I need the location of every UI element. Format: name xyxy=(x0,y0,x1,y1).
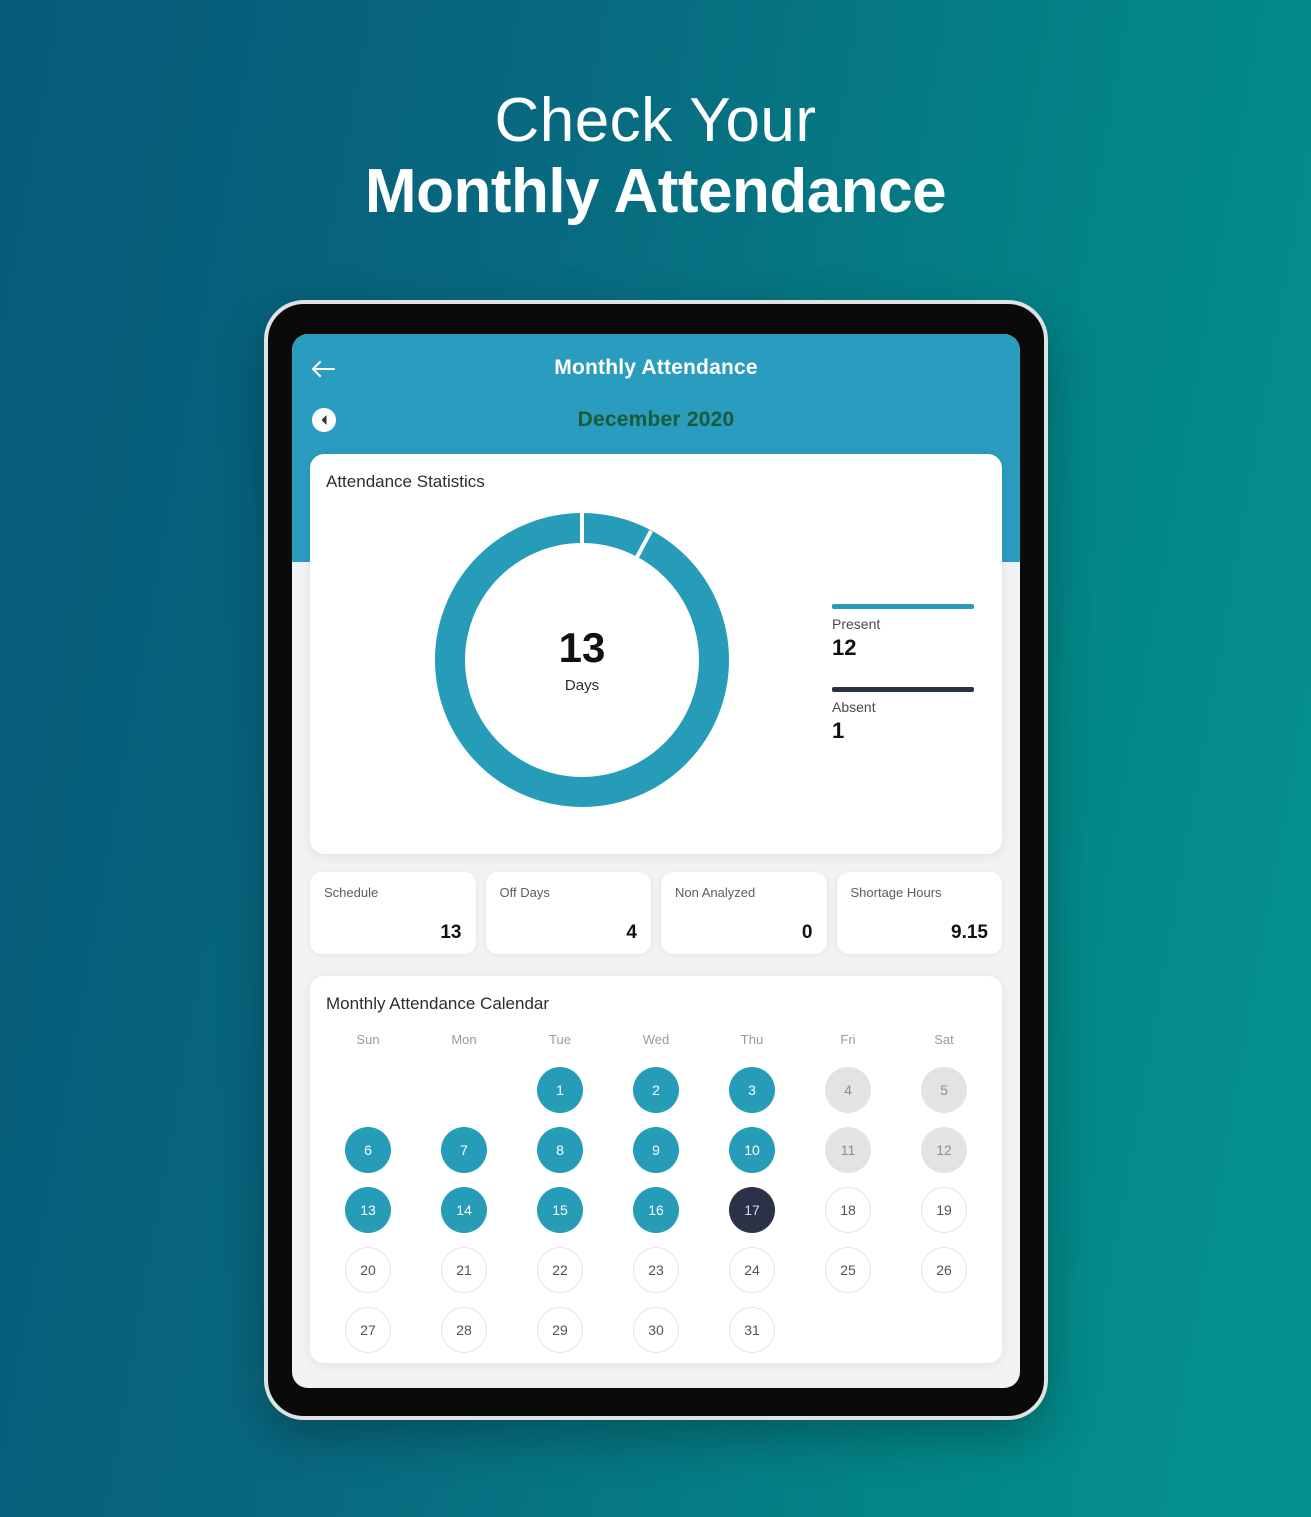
calendar-grid: Sun Mon Tue Wed Thu Fri Sat 1 2 3 4 5 6 7 8 9 10 11 12 13 14… xyxy=(310,1014,1002,1353)
calendar-day-cell[interactable]: 31 xyxy=(729,1307,775,1353)
donut-center-label: 13 Days xyxy=(422,500,742,820)
metric-tile-schedule[interactable]: Schedule 13 xyxy=(310,872,476,954)
calendar-day-cell[interactable]: 7 xyxy=(441,1127,487,1173)
calendar-cell-empty xyxy=(825,1307,871,1353)
metric-label: Off Days xyxy=(499,885,550,900)
attendance-statistics-title: Attendance Statistics xyxy=(326,472,485,491)
app-content: Attendance Statistics 13 Days Present 12… xyxy=(292,454,1020,1388)
legend-item-absent: Absent 1 xyxy=(832,687,974,744)
calendar-day-cell[interactable]: 8 xyxy=(537,1127,583,1173)
arrow-left-icon[interactable] xyxy=(306,352,340,386)
app-title: Monthly Attendance xyxy=(554,356,758,379)
calendar-day-cell[interactable]: 20 xyxy=(345,1247,391,1293)
calendar-weekday-thu: Thu xyxy=(740,1032,764,1047)
calendar-day-cell[interactable]: 27 xyxy=(345,1307,391,1353)
tablet-device-frame: Monthly Attendance December 2020 Attenda… xyxy=(264,300,1048,1420)
calendar-day-cell[interactable]: 30 xyxy=(633,1307,679,1353)
metric-tile-non-analyzed[interactable]: Non Analyzed 0 xyxy=(661,872,827,954)
calendar-day-cell[interactable]: 24 xyxy=(729,1247,775,1293)
calendar-day-cell[interactable]: 9 xyxy=(633,1127,679,1173)
legend-item-present: Present 12 xyxy=(832,604,974,661)
calendar-day-cell[interactable]: 6 xyxy=(345,1127,391,1173)
calendar-day-cell[interactable]: 3 xyxy=(729,1067,775,1113)
legend-bar-absent xyxy=(832,687,974,692)
calendar-day-cell[interactable]: 29 xyxy=(537,1307,583,1353)
calendar-day-cell[interactable]: 13 xyxy=(345,1187,391,1233)
donut-total-days: 13 xyxy=(558,623,606,671)
metric-value: 4 xyxy=(626,922,637,943)
calendar-day-cell[interactable]: 15 xyxy=(537,1187,583,1233)
legend-bar-present xyxy=(832,604,974,609)
metric-value: 0 xyxy=(801,922,813,943)
calendar-day-cell[interactable]: 17 xyxy=(729,1187,775,1233)
calendar-cell-empty xyxy=(441,1067,487,1113)
metric-tiles: Schedule 13 Off Days 4 Non Analyzed 0 Sh… xyxy=(310,872,1002,954)
calendar-weekday-sat: Sat xyxy=(934,1032,954,1047)
calendar-day-cell[interactable]: 12 xyxy=(921,1127,967,1173)
legend-label-present: Present xyxy=(832,616,881,632)
attendance-legend: Present 12 Absent 1 xyxy=(832,604,974,770)
tablet-screen: Monthly Attendance December 2020 Attenda… xyxy=(292,334,1020,1388)
calendar-weekday-sun: Sun xyxy=(356,1032,380,1047)
metric-value: 9.15 xyxy=(951,922,988,943)
calendar-day-cell[interactable]: 14 xyxy=(441,1187,487,1233)
calendar-day-cell[interactable]: 21 xyxy=(441,1247,487,1293)
donut-unit-label: Days xyxy=(564,676,600,694)
metric-value: 13 xyxy=(440,922,462,943)
attendance-statistics-card: Attendance Statistics 13 Days Present 12… xyxy=(310,454,1002,854)
metric-label: Schedule xyxy=(324,885,379,900)
metric-tile-off-days[interactable]: Off Days 4 xyxy=(485,872,651,954)
calendar-day-cell[interactable]: 19 xyxy=(921,1187,967,1233)
metric-label: Non Analyzed xyxy=(675,885,756,900)
calendar-weekday-mon: Mon xyxy=(451,1032,477,1047)
chevron-left-icon[interactable] xyxy=(312,408,336,432)
attendance-calendar-card: Monthly Attendance Calendar Sun Mon Tue Wed… xyxy=(310,976,1002,1363)
calendar-day-cell[interactable]: 1 xyxy=(537,1067,583,1113)
legend-label-absent: Absent xyxy=(832,699,876,715)
calendar-weekday-wed: Wed xyxy=(642,1032,670,1047)
calendar-weekday-fri: Fri xyxy=(840,1032,856,1047)
calendar-cell-empty xyxy=(921,1307,967,1353)
legend-value-absent: 1 xyxy=(832,718,845,743)
calendar-day-cell[interactable]: 2 xyxy=(633,1067,679,1113)
hero-line-2: Monthly Attendance xyxy=(364,157,947,227)
calendar-cell-empty xyxy=(345,1067,391,1113)
calendar-day-cell[interactable]: 10 xyxy=(729,1127,775,1173)
calendar-day-cell[interactable]: 26 xyxy=(921,1247,967,1293)
month-navigator: December 2020 xyxy=(292,408,1020,442)
hero-line-1: Check Your xyxy=(494,86,817,155)
legend-value-present: 12 xyxy=(832,635,857,660)
month-label: December 2020 xyxy=(577,408,735,431)
hero-heading: Check Your Monthly Attendance xyxy=(0,0,1311,231)
calendar-weekday-tue: Tue xyxy=(549,1032,571,1047)
metric-label: Shortage Hours xyxy=(850,885,942,900)
calendar-day-cell[interactable]: 18 xyxy=(825,1187,871,1233)
metric-tile-shortage-hours[interactable]: Shortage Hours 9.15 xyxy=(836,872,1002,954)
calendar-day-cell[interactable]: 22 xyxy=(537,1247,583,1293)
attendance-calendar-title: Monthly Attendance Calendar xyxy=(326,994,550,1013)
calendar-day-cell[interactable]: 4 xyxy=(825,1067,871,1113)
calendar-day-cell[interactable]: 25 xyxy=(825,1247,871,1293)
calendar-day-cell[interactable]: 23 xyxy=(633,1247,679,1293)
calendar-day-cell[interactable]: 5 xyxy=(921,1067,967,1113)
attendance-donut-chart: 13 Days xyxy=(422,500,742,820)
calendar-day-cell[interactable]: 28 xyxy=(441,1307,487,1353)
calendar-day-cell[interactable]: 16 xyxy=(633,1187,679,1233)
calendar-day-cell[interactable]: 11 xyxy=(825,1127,871,1173)
